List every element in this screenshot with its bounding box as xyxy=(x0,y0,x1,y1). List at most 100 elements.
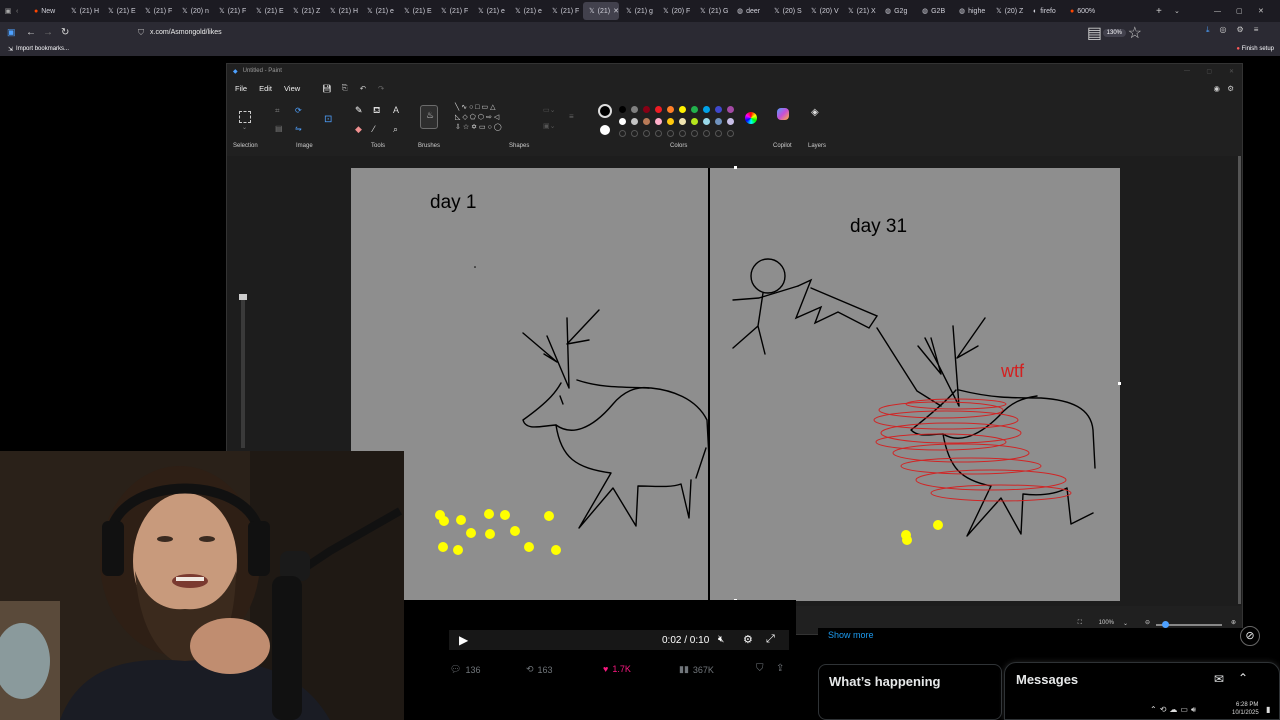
video-settings-icon[interactable]: ⚙ xyxy=(743,633,753,646)
browser-tab[interactable]: ◍ deer xyxy=(731,2,767,20)
menu-icon[interactable]: ≡ xyxy=(1254,25,1259,35)
menu-edit[interactable]: Edit xyxy=(259,84,272,93)
paint-maximize-icon[interactable]: ▢ xyxy=(1206,68,1212,75)
palette-swatch[interactable] xyxy=(655,106,662,113)
close-window-icon[interactable]: ✕ xyxy=(1258,7,1280,15)
new-message-icon[interactable]: ✉ xyxy=(1214,672,1224,686)
close-tab-icon[interactable]: ✕ xyxy=(613,7,619,15)
fit-to-window-icon[interactable]: ⛶ xyxy=(1078,620,1082,627)
selection-tool-icon[interactable] xyxy=(239,111,251,123)
back-icon[interactable]: ← xyxy=(26,27,36,38)
shapes-gallery[interactable]: ╲∿○□▭△ ◺◇⬠⬡⇨◁ ⇩☆✡▭○◯ xyxy=(455,103,535,133)
custom-color-slot[interactable] xyxy=(631,130,638,137)
maximize-icon[interactable]: ▢ xyxy=(1236,7,1258,15)
palette-swatch[interactable] xyxy=(715,106,722,113)
new-tab-icon[interactable]: + xyxy=(1156,6,1174,17)
palette-swatch[interactable] xyxy=(679,118,686,125)
palette-swatch[interactable] xyxy=(655,118,662,125)
browser-tab[interactable]: 𝕏 (20) F xyxy=(657,2,693,20)
custom-color-slot[interactable] xyxy=(643,130,650,137)
vertical-slider[interactable] xyxy=(239,294,247,448)
browser-tab[interactable]: ◍ G2B xyxy=(916,2,952,20)
bookmark-icon[interactable]: ⛉ xyxy=(756,663,764,674)
resize-handle-top[interactable] xyxy=(734,166,737,169)
repost-action[interactable]: ⟲ 163 xyxy=(526,664,553,675)
finish-setup-link[interactable]: Finish setup xyxy=(1242,46,1274,52)
browser-tab[interactable]: 𝕏 (21) H xyxy=(324,2,360,20)
browser-tab[interactable]: 𝕏 (21) F xyxy=(213,2,249,20)
layers-icon[interactable]: ◈ xyxy=(811,107,819,118)
pencil-icon[interactable]: ✎ xyxy=(355,105,363,116)
browser-tab[interactable]: 𝕏 (21) ✕ xyxy=(583,2,619,20)
resize-handle-right[interactable] xyxy=(1118,382,1121,385)
browser-tab[interactable]: 𝕏 (20) V xyxy=(805,2,841,20)
browser-tab[interactable]: 𝕏 (21) E xyxy=(398,2,434,20)
color-picker-icon[interactable]: ⁄ xyxy=(373,124,375,134)
notification-icon[interactable]: ▮ xyxy=(1266,705,1270,714)
resize-icon[interactable]: ▤ xyxy=(275,124,283,133)
paint-minimize-icon[interactable]: — xyxy=(1184,68,1190,74)
reader-view-icon[interactable]: ▤ xyxy=(1087,23,1102,43)
browser-tab[interactable]: 𝕏 (21) E xyxy=(102,2,138,20)
fullscreen-icon[interactable]: ⤢ xyxy=(766,633,775,646)
fill-shape-icon[interactable]: ▣⌄ xyxy=(543,122,555,130)
tab-list-icon[interactable]: ⌄ xyxy=(1174,7,1214,15)
browser-tab[interactable]: 𝕏 (21) Z xyxy=(287,2,323,20)
shapes-row-2[interactable]: ◺◇⬠⬡⇨◁ xyxy=(455,113,535,123)
reply-action[interactable]: 💬︎ 136 xyxy=(450,664,480,675)
browser-tab[interactable]: 𝕏 (20) Z xyxy=(990,2,1026,20)
custom-color-slot[interactable] xyxy=(667,130,674,137)
eraser-icon[interactable]: ◆ xyxy=(355,124,362,135)
custom-color-slot[interactable] xyxy=(691,130,698,137)
browser-tab[interactable]: 𝕏 (21) e xyxy=(509,2,545,20)
palette-swatch[interactable] xyxy=(679,106,686,113)
downloads-icon[interactable]: ⤓ xyxy=(1206,25,1210,35)
tab-scroll-left-icon[interactable]: ‹ xyxy=(16,8,28,15)
text-icon[interactable]: A xyxy=(393,105,399,115)
custom-color-slot[interactable] xyxy=(679,130,686,137)
browser-tab[interactable]: 𝕏 (20) n xyxy=(176,2,212,20)
selection-dropdown-icon[interactable]: ⌄ xyxy=(242,124,247,131)
play-icon[interactable]: ▶ xyxy=(459,633,468,647)
tray-icons[interactable]: ⌃⟲☁▭🔊︎ xyxy=(1150,705,1199,715)
reload-icon[interactable]: ↻ xyxy=(61,27,69,38)
browser-tab[interactable]: 𝕏 (20) S xyxy=(768,2,804,20)
browser-tab[interactable]: ◐ firefo xyxy=(1027,2,1063,20)
copilot-icon[interactable] xyxy=(777,108,789,120)
palette-swatch[interactable] xyxy=(691,118,698,125)
mute-icon[interactable]: 🔇︎ xyxy=(718,634,724,645)
palette-swatch[interactable] xyxy=(727,118,734,125)
forward-icon[interactable]: → xyxy=(43,27,53,38)
like-action[interactable]: ♥ 1.7K xyxy=(603,664,631,674)
zoom-level[interactable]: 100% xyxy=(1099,620,1114,626)
palette-swatch[interactable] xyxy=(703,106,710,113)
palette-swatch[interactable] xyxy=(703,118,710,125)
browser-tab[interactable]: 𝕏 (21) F xyxy=(546,2,582,20)
brushes-button[interactable]: ♨ xyxy=(420,105,438,129)
shield-icon[interactable]: ⛉ xyxy=(138,28,144,38)
share-tweet-icon[interactable]: ⇪ xyxy=(776,663,784,674)
shapes-row-1[interactable]: ╲∿○□▭△ xyxy=(455,103,535,113)
paint-canvas[interactable]: day 1 day 31 wtf xyxy=(351,166,1121,602)
palette-swatch[interactable] xyxy=(631,118,638,125)
secondary-color[interactable] xyxy=(600,125,610,135)
import-bookmarks-link[interactable]: Import bookmarks... xyxy=(16,46,69,52)
zoom-badge[interactable]: 130% xyxy=(1102,28,1126,37)
browser-tab[interactable]: 𝕏 (21) g xyxy=(620,2,656,20)
bookmark-star-icon[interactable]: ☆ xyxy=(1128,23,1142,43)
paint-close-icon[interactable]: ✕ xyxy=(1229,68,1234,75)
custom-color-slot[interactable] xyxy=(703,130,710,137)
minimize-icon[interactable]: — xyxy=(1214,8,1236,15)
canvas-scrollbar[interactable] xyxy=(1238,156,1241,604)
remove-background-icon[interactable]: ⊡ xyxy=(324,114,332,125)
zoom-dropdown-icon[interactable]: ⌄ xyxy=(1123,620,1128,627)
fill-icon[interactable]: ⛾ xyxy=(373,105,380,117)
palette-swatch[interactable] xyxy=(667,106,674,113)
account-circle-icon[interactable]: ◉ xyxy=(1213,84,1220,93)
custom-color-slot[interactable] xyxy=(715,130,722,137)
browser-tab[interactable]: 𝕏 (21) F xyxy=(139,2,175,20)
settings-icon[interactable]: ⚙ xyxy=(1227,84,1234,93)
flip-icon[interactable]: ⇋ xyxy=(295,124,302,133)
browser-tab[interactable]: 𝕏 (21) e xyxy=(472,2,508,20)
sidebar-toggle-icon[interactable]: ▣ xyxy=(0,7,16,15)
